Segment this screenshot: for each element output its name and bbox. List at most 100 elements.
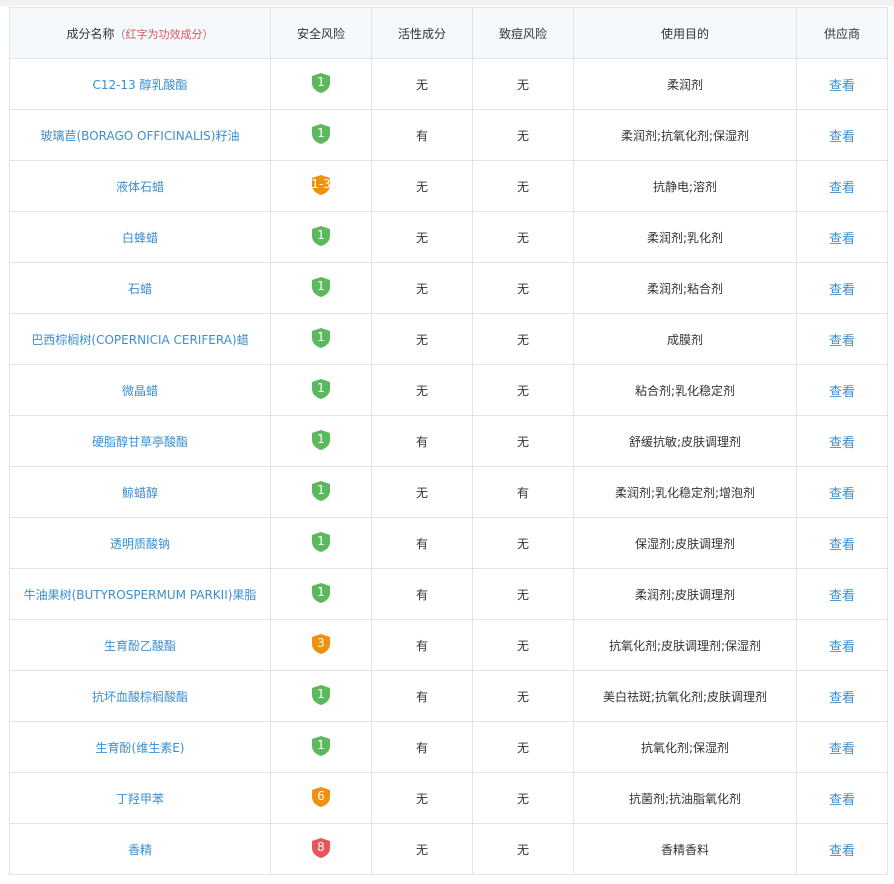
ingredient-name-link[interactable]: 玻璃苣(BORAGO OFFICINALIS)籽油	[41, 129, 240, 143]
risk-score: 1	[317, 533, 325, 548]
ingredient-name-link[interactable]: 透明质酸钠	[110, 537, 170, 551]
active-value: 无	[371, 262, 473, 314]
active-value: 有	[371, 568, 473, 620]
risk-score: 1	[317, 74, 325, 89]
view-supplier-link[interactable]: 查看	[829, 232, 855, 247]
ingredient-name-link[interactable]: C12-13 醇乳酸酯	[92, 78, 187, 92]
header-name: 成分名称（红字为功效成分）	[9, 7, 271, 59]
table-row: 鲸蜡醇 1 无 有 柔润剂;乳化稳定剂;增泡剂 查看	[9, 466, 888, 518]
active-value: 有	[371, 415, 473, 467]
risk-score: 1	[317, 227, 325, 242]
risk-shield-icon: 1	[311, 429, 331, 451]
view-supplier-link[interactable]: 查看	[829, 640, 855, 655]
active-value: 有	[371, 517, 473, 569]
ingredient-name-link[interactable]: 白蜂蜡	[122, 231, 158, 245]
ingredient-name-link[interactable]: 鲸蜡醇	[122, 486, 158, 500]
active-value: 无	[371, 58, 473, 110]
purpose-value: 柔润剂	[573, 58, 797, 110]
view-supplier-link[interactable]: 查看	[829, 334, 855, 349]
table-row: 玻璃苣(BORAGO OFFICINALIS)籽油 1 有 无 柔润剂;抗氧化剂…	[9, 109, 888, 161]
purpose-value: 香精香料	[573, 823, 797, 875]
risk-shield-icon: 6	[311, 786, 331, 808]
risk-shield-icon: 1	[311, 480, 331, 502]
view-supplier-link[interactable]: 查看	[829, 538, 855, 553]
acne-value: 无	[472, 364, 574, 416]
risk-score: 1	[317, 482, 325, 497]
risk-shield-icon: 8	[311, 837, 331, 859]
ingredient-name-link[interactable]: 石蜡	[128, 282, 152, 296]
risk-score: 1	[317, 431, 325, 446]
risk-shield-icon: 1	[311, 735, 331, 757]
active-value: 有	[371, 109, 473, 161]
risk-shield-icon: 1	[311, 378, 331, 400]
table-row: 丁羟甲苯 6 无 无 抗菌剂;抗油脂氧化剂 查看	[9, 772, 888, 824]
purpose-value: 柔润剂;皮肤调理剂	[573, 568, 797, 620]
active-value: 无	[371, 466, 473, 518]
ingredient-name-link[interactable]: 巴西棕榈树(COPERNICIA CERIFERA)蜡	[31, 333, 248, 347]
purpose-value: 抗氧化剂;保湿剂	[573, 721, 797, 773]
view-supplier-link[interactable]: 查看	[829, 79, 855, 94]
table-row: 牛油果树(BUTYROSPERMUM PARKII)果脂 1 有 无 柔润剂;皮…	[9, 568, 888, 620]
risk-shield-icon: 1-3	[311, 174, 331, 196]
table-row: 石蜡 1 无 无 柔润剂;粘合剂 查看	[9, 262, 888, 314]
view-supplier-link[interactable]: 查看	[829, 283, 855, 298]
header-name-label: 成分名称	[66, 26, 115, 41]
view-supplier-link[interactable]: 查看	[829, 487, 855, 502]
purpose-value: 柔润剂;抗氧化剂;保湿剂	[573, 109, 797, 161]
active-value: 有	[371, 721, 473, 773]
view-supplier-link[interactable]: 查看	[829, 385, 855, 400]
ingredient-name-link[interactable]: 液体石蜡	[116, 180, 164, 194]
active-value: 无	[371, 211, 473, 263]
ingredient-name-link[interactable]: 丁羟甲苯	[116, 792, 164, 806]
ingredient-name-link[interactable]: 硬脂醇甘草亭酸酯	[92, 435, 188, 449]
table-row: 巴西棕榈树(COPERNICIA CERIFERA)蜡 1 无 无 成膜剂 查看	[9, 313, 888, 365]
view-supplier-link[interactable]: 查看	[829, 742, 855, 757]
table-header: 成分名称（红字为功效成分） 安全风险 活性成分 致痘风险 使用目的 供应商	[9, 7, 888, 59]
risk-shield-icon: 1	[311, 327, 331, 349]
acne-value: 无	[472, 313, 574, 365]
ingredient-name-link[interactable]: 生育酚(维生素E)	[96, 741, 185, 755]
table-row: 透明质酸钠 1 有 无 保湿剂;皮肤调理剂 查看	[9, 517, 888, 569]
table-row: 生育酚乙酸酯 3 有 无 抗氧化剂;皮肤调理剂;保湿剂 查看	[9, 619, 888, 671]
ingredient-name-link[interactable]: 微晶蜡	[122, 384, 158, 398]
risk-score: 1	[317, 380, 325, 395]
view-supplier-link[interactable]: 查看	[829, 130, 855, 145]
acne-value: 无	[472, 160, 574, 212]
view-supplier-link[interactable]: 查看	[829, 691, 855, 706]
active-value: 无	[371, 160, 473, 212]
acne-value: 无	[472, 568, 574, 620]
risk-score: 1	[317, 686, 325, 701]
purpose-value: 粘合剂;乳化稳定剂	[573, 364, 797, 416]
table-row: C12-13 醇乳酸酯 1 无 无 柔润剂 查看	[9, 58, 888, 110]
ingredients-table: 成分名称（红字为功效成分） 安全风险 活性成分 致痘风险 使用目的 供应商 C1…	[9, 7, 888, 875]
ingredient-name-link[interactable]: 生育酚乙酸酯	[104, 639, 176, 653]
table-row: 白蜂蜡 1 无 无 柔润剂;乳化剂 查看	[9, 211, 888, 263]
view-supplier-link[interactable]: 查看	[829, 436, 855, 451]
table-row: 硬脂醇甘草亭酸酯 1 有 无 舒缓抗敏;皮肤调理剂 查看	[9, 415, 888, 467]
purpose-value: 美白祛斑;抗氧化剂;皮肤调理剂	[573, 670, 797, 722]
active-value: 有	[371, 670, 473, 722]
active-value: 无	[371, 772, 473, 824]
purpose-value: 抗菌剂;抗油脂氧化剂	[573, 772, 797, 824]
header-safety: 安全风险	[270, 7, 372, 59]
ingredient-name-link[interactable]: 牛油果树(BUTYROSPERMUM PARKII)果脂	[24, 588, 257, 602]
acne-value: 无	[472, 415, 574, 467]
ingredient-name-link[interactable]: 抗坏血酸棕榈酸酯	[92, 690, 188, 704]
acne-value: 无	[472, 721, 574, 773]
purpose-value: 柔润剂;乳化剂	[573, 211, 797, 263]
view-supplier-link[interactable]: 查看	[829, 181, 855, 196]
table-row: 香精 8 无 无 香精香料 查看	[9, 823, 888, 875]
ingredient-name-link[interactable]: 香精	[128, 843, 152, 857]
risk-shield-icon: 1	[311, 225, 331, 247]
header-note: （红字为功效成分）	[114, 27, 214, 41]
purpose-value: 抗静电;溶剂	[573, 160, 797, 212]
acne-value: 无	[472, 619, 574, 671]
view-supplier-link[interactable]: 查看	[829, 589, 855, 604]
acne-value: 无	[472, 58, 574, 110]
view-supplier-link[interactable]: 查看	[829, 844, 855, 859]
header-supplier: 供应商	[796, 7, 888, 59]
view-supplier-link[interactable]: 查看	[829, 793, 855, 808]
risk-score: 1	[317, 737, 325, 752]
acne-value: 无	[472, 262, 574, 314]
risk-shield-icon: 1	[311, 72, 331, 94]
